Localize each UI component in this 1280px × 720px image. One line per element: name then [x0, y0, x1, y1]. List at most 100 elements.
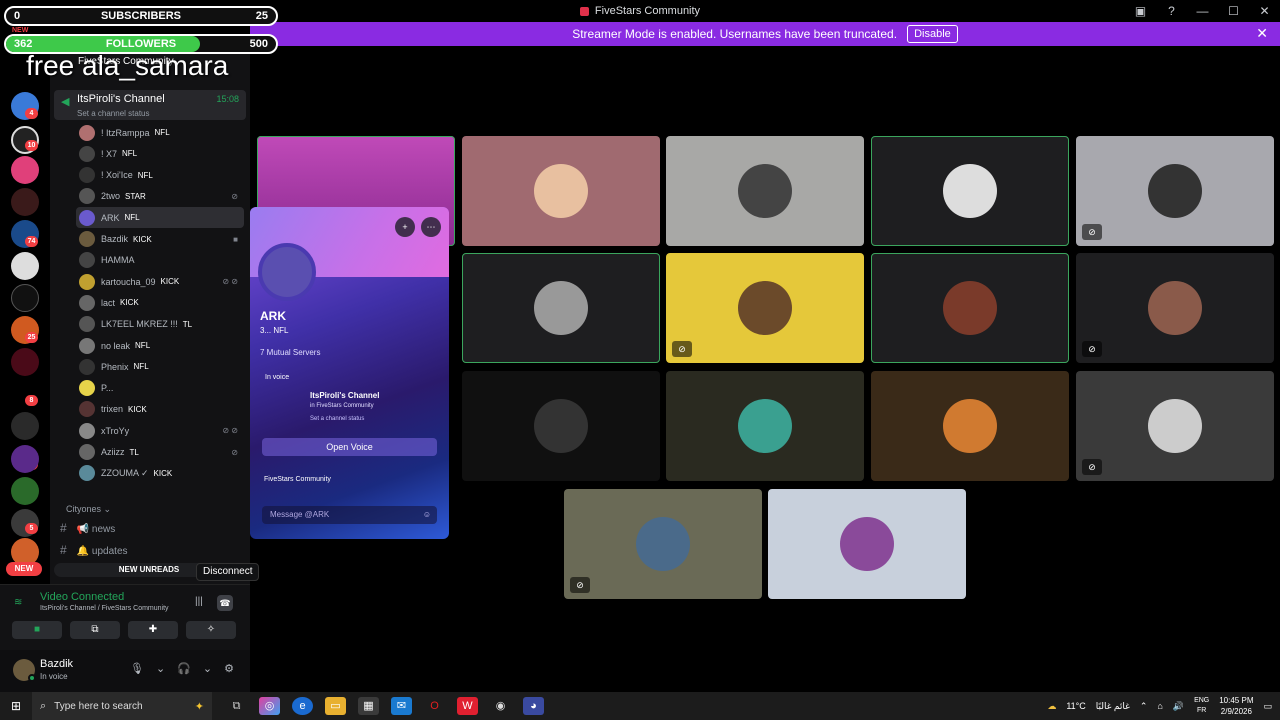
- disable-button[interactable]: Disable: [907, 25, 958, 43]
- server-icon[interactable]: [11, 412, 39, 440]
- windows-start-icon[interactable]: ⊞: [0, 699, 32, 713]
- camera-button[interactable]: ■: [12, 621, 62, 639]
- section-label: In voice: [265, 374, 290, 381]
- voice-user[interactable]: ZZOUMA ✓ KICK: [76, 463, 244, 484]
- network-icon[interactable]: ⌂: [1157, 701, 1162, 711]
- inbox-icon[interactable]: ▣: [1125, 4, 1156, 18]
- close-window-button[interactable]: ✕: [1249, 4, 1280, 18]
- voice-user[interactable]: xTroYy ⊘ ⊘: [76, 420, 244, 441]
- server-icon[interactable]: [11, 477, 39, 505]
- participant-tile[interactable]: ⊘: [1076, 371, 1274, 481]
- participant-tile[interactable]: [666, 136, 864, 246]
- voice-channel-active[interactable]: ◀ ItsPiroli's Channel 15:08 Set a channe…: [54, 90, 246, 120]
- voice-user[interactable]: lact KICK: [76, 292, 244, 313]
- discord-taskbar-icon[interactable]: ◕: [523, 697, 544, 715]
- activities-button[interactable]: ✚: [128, 621, 178, 639]
- user-controls: 🎙 ⌄ 🎧 ⌄ ⚙: [130, 662, 234, 675]
- server-icon[interactable]: [11, 284, 39, 312]
- wps-icon[interactable]: W: [457, 697, 478, 715]
- mutual-servers[interactable]: 7 Mutual Servers: [260, 348, 320, 357]
- voice-user[interactable]: trixen KICK: [76, 399, 244, 420]
- bell-icon: 🔔: [76, 546, 92, 557]
- outlook-icon[interactable]: ✉: [391, 697, 412, 715]
- text-channel-news[interactable]: # 📢 news: [60, 521, 115, 535]
- voice-user[interactable]: LK7EEL MKREZ !!! TL: [76, 314, 244, 335]
- voice-user[interactable]: no leak NFL: [76, 335, 244, 356]
- task-view-icon[interactable]: ⧉: [226, 697, 247, 715]
- gear-icon[interactable]: ⚙: [224, 662, 234, 675]
- taskbar: ⊞ ⌕ Type here to search ✦ ⧉ ◎ e ▭ ▦ ✉ O …: [0, 692, 1280, 720]
- close-banner-icon[interactable]: ✕: [1256, 25, 1268, 42]
- edge-icon[interactable]: e: [292, 697, 313, 715]
- mention-badge: 5: [25, 523, 38, 534]
- voice-user[interactable]: Aziizz TL ⊘: [76, 442, 244, 463]
- text-channel-updates[interactable]: # 🔔 updates: [60, 543, 128, 557]
- username[interactable]: Bazdik: [40, 658, 73, 670]
- participant-tile[interactable]: [462, 371, 660, 481]
- voice-user[interactable]: Bazdik KICK ■: [76, 229, 244, 250]
- microphone-icon[interactable]: 🎙: [130, 662, 144, 675]
- help-icon[interactable]: ?: [1156, 4, 1187, 18]
- notifications-icon[interactable]: ▭: [1263, 701, 1272, 712]
- channel-status[interactable]: Set a channel status: [77, 109, 150, 118]
- server-icon[interactable]: [11, 188, 39, 216]
- disconnect-button[interactable]: ☎: [217, 595, 233, 611]
- avatar: [1148, 164, 1202, 218]
- soundboard-button[interactable]: ✧: [186, 621, 236, 639]
- open-voice-button[interactable]: Open Voice: [262, 438, 437, 456]
- voice-user[interactable]: HAMMA: [76, 250, 244, 271]
- maximize-button[interactable]: ☐: [1218, 4, 1249, 18]
- avatar: [79, 167, 95, 184]
- voice-user[interactable]: ! X7 NFL: [76, 143, 244, 164]
- participant-tile[interactable]: ⊘: [666, 253, 864, 363]
- voice-user[interactable]: P...: [76, 378, 244, 399]
- popout-channel-name: ItsPiroli's Channel: [310, 391, 380, 400]
- participant-tile[interactable]: [768, 489, 966, 599]
- category-cityones[interactable]: Cityones ⌄: [66, 504, 111, 515]
- chevron-up-icon[interactable]: ⌃: [1140, 701, 1148, 712]
- voice-user[interactable]: Phenix NFL: [76, 356, 244, 377]
- volume-icon[interactable]: 🔊: [1173, 701, 1184, 712]
- add-friend-icon[interactable]: +: [395, 217, 415, 237]
- chevron-down-icon[interactable]: ⌄: [203, 662, 212, 675]
- weather-icon[interactable]: ☁: [1047, 701, 1056, 712]
- participant-tile[interactable]: [462, 136, 660, 246]
- taskbar-search[interactable]: ⌕ Type here to search ✦: [32, 692, 212, 720]
- voice-user[interactable]: ! ItzRamppa NFL: [76, 122, 244, 143]
- clock-time: 10:45 PM: [1219, 696, 1254, 705]
- participant-tile[interactable]: ⊘: [564, 489, 762, 599]
- participant-tile[interactable]: [462, 253, 660, 363]
- clock[interactable]: 10:45 PM 2/9/2026: [1219, 695, 1253, 717]
- noise-suppression-icon[interactable]: |||: [195, 596, 203, 607]
- muted-icon: ⊘: [1082, 341, 1102, 357]
- participant-tile[interactable]: [871, 136, 1069, 246]
- file-explorer-icon[interactable]: ▭: [325, 697, 346, 715]
- minimize-button[interactable]: —: [1187, 4, 1218, 18]
- copilot-icon[interactable]: ◎: [259, 697, 280, 715]
- emoji-icon[interactable]: ☺: [423, 506, 431, 524]
- screenshare-button[interactable]: ⧉: [70, 621, 120, 639]
- message-input[interactable]: Message @ARK ☺: [262, 506, 437, 524]
- server-icon[interactable]: [11, 348, 39, 376]
- store-icon[interactable]: ▦: [358, 697, 379, 715]
- obs-icon[interactable]: ◉: [490, 697, 511, 715]
- signal-icon[interactable]: ≋: [14, 597, 22, 608]
- voice-user[interactable]: ARK NFL: [76, 207, 244, 229]
- opera-icon[interactable]: O: [424, 697, 445, 715]
- voice-user[interactable]: kartoucha_09 KICK ⊘ ⊘: [76, 271, 244, 292]
- chevron-down-icon[interactable]: ⌄: [156, 662, 165, 675]
- voice-user[interactable]: ! Xoi'Ice NFL: [76, 165, 244, 186]
- server-icon[interactable]: [11, 445, 39, 473]
- server-icon[interactable]: [11, 156, 39, 184]
- participant-tile[interactable]: ⊘: [1076, 253, 1274, 363]
- participant-tile[interactable]: [871, 371, 1069, 481]
- server-icon[interactable]: [11, 252, 39, 280]
- more-icon[interactable]: ⋯: [421, 217, 441, 237]
- participant-tile[interactable]: [666, 371, 864, 481]
- participant-tile[interactable]: [871, 253, 1069, 363]
- voice-status-subtitle[interactable]: ItsPiroli's Channel / FiveStars Communit…: [40, 605, 169, 612]
- headphones-icon[interactable]: 🎧: [177, 662, 191, 675]
- language-indicator[interactable]: ENG FR: [1194, 696, 1209, 716]
- voice-user[interactable]: 2two STAR ⊘: [76, 186, 244, 207]
- participant-tile[interactable]: ⊘: [1076, 136, 1274, 246]
